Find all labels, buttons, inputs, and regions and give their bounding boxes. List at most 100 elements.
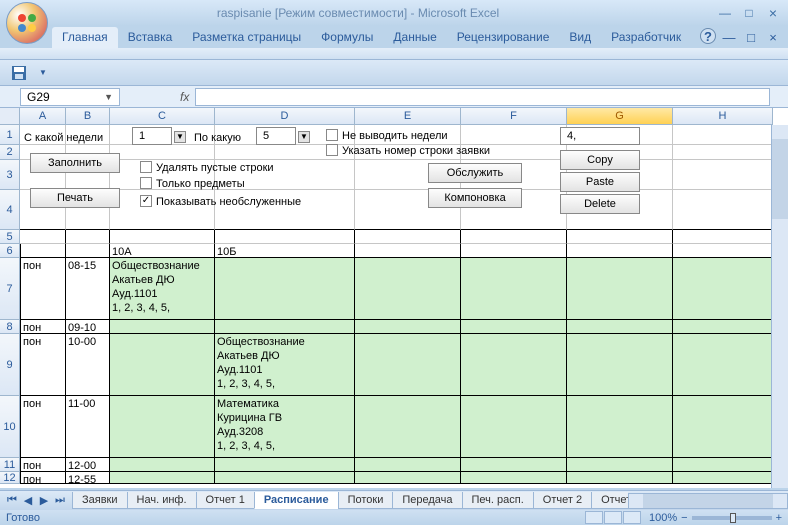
cell-H2[interactable]: [673, 145, 773, 160]
paste-button[interactable]: Paste: [560, 172, 640, 192]
row-header-7[interactable]: 7: [0, 258, 20, 320]
cell-C6[interactable]: 10А: [110, 244, 215, 258]
tab-nav-last[interactable]: ⏭: [52, 493, 68, 509]
cell-A9[interactable]: пон: [20, 334, 66, 396]
ribbon-tab-formulas[interactable]: Формулы: [311, 27, 383, 48]
cell-H11[interactable]: [673, 458, 773, 472]
ribbon-minimize-button[interactable]: —: [720, 28, 738, 46]
cell-E12[interactable]: [355, 472, 461, 484]
cell-H4[interactable]: [673, 190, 773, 230]
cell-E9[interactable]: [355, 334, 461, 396]
cell-F10[interactable]: [461, 396, 567, 458]
row-num-checkbox[interactable]: [326, 144, 338, 156]
name-box[interactable]: G29 ▼: [20, 88, 120, 106]
ribbon-tab-layout[interactable]: Разметка страницы: [182, 27, 311, 48]
row-header-4[interactable]: 4: [0, 190, 20, 230]
row-header-9[interactable]: 9: [0, 334, 20, 396]
cell-G11[interactable]: [567, 458, 673, 472]
cell-A11[interactable]: пон: [20, 458, 66, 472]
help-icon[interactable]: ?: [700, 28, 716, 44]
cell-G8[interactable]: [567, 320, 673, 334]
ribbon-tab-review[interactable]: Рецензирование: [447, 27, 560, 48]
row-header-5[interactable]: 5: [0, 230, 20, 244]
cell-A12[interactable]: пон: [20, 472, 66, 484]
col-header-D[interactable]: D: [215, 108, 355, 125]
cell-H7[interactable]: [673, 258, 773, 320]
ribbon-close-button[interactable]: ×: [764, 28, 782, 46]
row-header-1[interactable]: 1: [0, 125, 20, 145]
cell-E7[interactable]: [355, 258, 461, 320]
cell-B11[interactable]: 12-00: [66, 458, 110, 472]
sheet-tab-7[interactable]: Отчет 2: [533, 492, 592, 509]
cell-A10[interactable]: пон: [20, 396, 66, 458]
fill-button[interactable]: Заполнить: [30, 153, 120, 173]
view-page-layout[interactable]: [604, 511, 622, 524]
delete-empty-checkbox[interactable]: [140, 161, 152, 173]
cell-D6[interactable]: 10Б: [215, 244, 355, 258]
cell-H8[interactable]: [673, 320, 773, 334]
cell-H6[interactable]: [673, 244, 773, 258]
print-button[interactable]: Печать: [30, 188, 120, 208]
sheet-tab-6[interactable]: Печ. расп.: [462, 492, 534, 509]
cell-A6[interactable]: [20, 244, 66, 258]
minimize-button[interactable]: —: [714, 4, 736, 22]
cell-G5[interactable]: [567, 230, 673, 244]
col-header-A[interactable]: A: [20, 108, 66, 125]
cell-F12[interactable]: [461, 472, 567, 484]
cell-G10[interactable]: [567, 396, 673, 458]
row-header-10[interactable]: 10: [0, 396, 20, 458]
qat-dropdown[interactable]: ▼: [32, 63, 54, 83]
delete-button[interactable]: Delete: [560, 194, 640, 214]
only-subj-checkbox[interactable]: [140, 177, 152, 189]
cell-D9[interactable]: Обществознание Акатьев ДЮ Ауд.1101 1, 2,…: [215, 334, 355, 396]
cell-H9[interactable]: [673, 334, 773, 396]
cell-E5[interactable]: [355, 230, 461, 244]
cell-E10[interactable]: [355, 396, 461, 458]
to-week-input[interactable]: 5: [256, 127, 296, 145]
from-week-input[interactable]: 1: [132, 127, 172, 145]
ribbon-tab-view[interactable]: Вид: [559, 27, 601, 48]
row-header-11[interactable]: 11: [0, 458, 20, 472]
cell-D11[interactable]: [215, 458, 355, 472]
cell-B8[interactable]: 09-10: [66, 320, 110, 334]
cell-B10[interactable]: 11-00: [66, 396, 110, 458]
cell-A8[interactable]: пон: [20, 320, 66, 334]
cell-F7[interactable]: [461, 258, 567, 320]
ribbon-restore-button[interactable]: □: [742, 28, 760, 46]
cell-C12[interactable]: [110, 472, 215, 484]
from-week-dropdown[interactable]: ▼: [174, 131, 186, 143]
serve-button[interactable]: Обслужить: [428, 163, 522, 183]
sheet-tab-2[interactable]: Отчет 1: [196, 492, 255, 509]
cell-C7[interactable]: Обществознание Акатьев ДЮ Ауд.1101 1, 2,…: [110, 258, 215, 320]
cell-B12[interactable]: 12-55: [66, 472, 110, 484]
cell-G7[interactable]: [567, 258, 673, 320]
sheet-tab-3[interactable]: Расписание: [254, 492, 339, 509]
cell-C10[interactable]: [110, 396, 215, 458]
zoom-slider[interactable]: [692, 516, 772, 520]
cell-B7[interactable]: 08-15: [66, 258, 110, 320]
horizontal-scrollbar[interactable]: [628, 493, 788, 509]
ribbon-tab-insert[interactable]: Вставка: [118, 27, 183, 48]
show-unserved-checkbox[interactable]: ✓: [140, 195, 152, 207]
tab-nav-next[interactable]: ▶: [36, 493, 52, 509]
cell-B9[interactable]: 10-00: [66, 334, 110, 396]
cell-G9[interactable]: [567, 334, 673, 396]
cell-B5[interactable]: [66, 230, 110, 244]
col-header-C[interactable]: C: [110, 108, 215, 125]
zoom-in-button[interactable]: +: [776, 512, 782, 524]
cell-D5[interactable]: [215, 230, 355, 244]
cell-H1[interactable]: [673, 125, 773, 145]
cell-G6[interactable]: [567, 244, 673, 258]
vertical-scrollbar[interactable]: [771, 125, 788, 488]
cell-C11[interactable]: [110, 458, 215, 472]
ribbon-tab-developer[interactable]: Разработчик: [601, 27, 691, 48]
cell-H12[interactable]: [673, 472, 773, 484]
select-all-cell[interactable]: [0, 108, 20, 125]
cell-A5[interactable]: [20, 230, 66, 244]
cell-H10[interactable]: [673, 396, 773, 458]
no-weeks-checkbox[interactable]: [326, 129, 338, 141]
cell-F11[interactable]: [461, 458, 567, 472]
to-week-dropdown[interactable]: ▼: [298, 131, 310, 143]
row-header-12[interactable]: 12: [0, 472, 20, 484]
cell-B6[interactable]: [66, 244, 110, 258]
